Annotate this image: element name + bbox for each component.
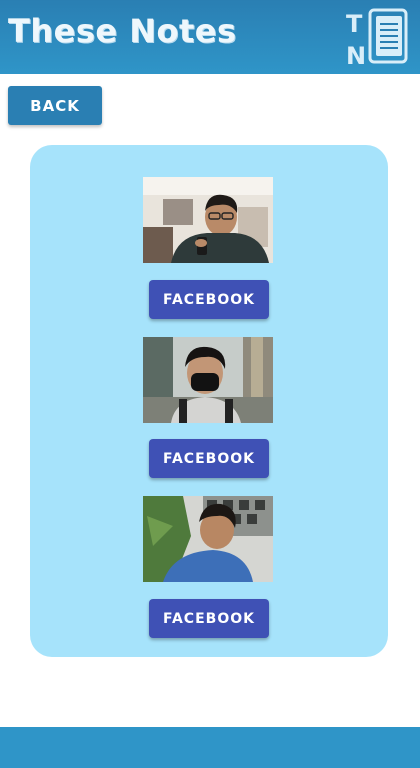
- back-button[interactable]: BACK: [8, 86, 102, 125]
- facebook-button-3[interactable]: FACEBOOK: [149, 599, 269, 638]
- facebook-button-1[interactable]: FACEBOOK: [149, 280, 269, 319]
- logo-letter-t: T: [346, 10, 363, 38]
- app-footer: [0, 727, 420, 768]
- app-header: These Notes T N: [0, 0, 420, 74]
- app-title: These Notes: [8, 12, 237, 50]
- profiles-card: FACEBOOK FACEBOOK FACEBOOK: [30, 145, 388, 657]
- profile-photo-3: [143, 496, 273, 582]
- logo-letter-n: N: [346, 42, 366, 66]
- profile-photo-2: [143, 337, 273, 423]
- facebook-button-2[interactable]: FACEBOOK: [149, 439, 269, 478]
- app-logo: T N: [346, 8, 412, 70]
- profile-photo-1: [143, 177, 273, 263]
